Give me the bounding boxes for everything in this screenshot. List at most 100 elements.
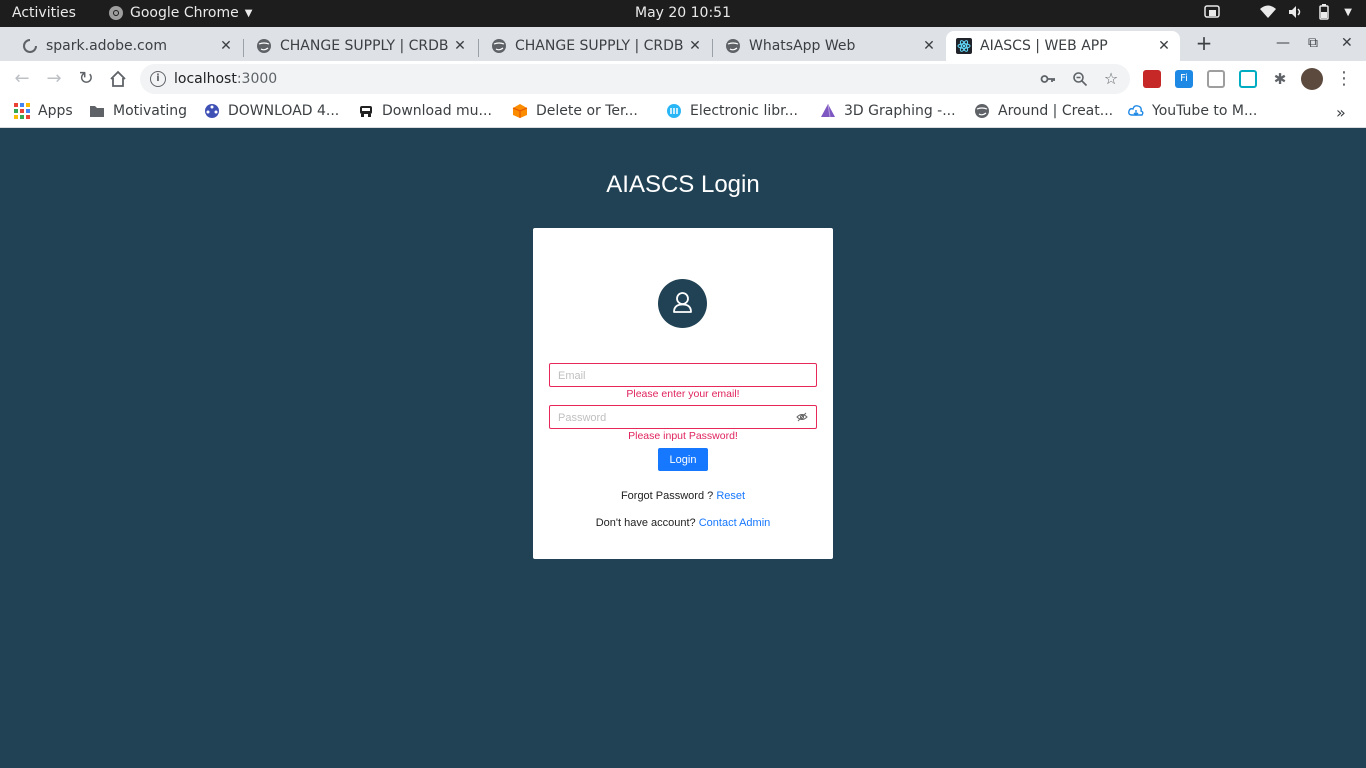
- bookmark-apps[interactable]: Apps: [14, 103, 73, 119]
- zoom-icon[interactable]: [1072, 71, 1088, 87]
- car-icon: [360, 106, 372, 117]
- bookmark-around-creat[interactable]: Around | Creat...: [974, 103, 1113, 119]
- bookmark-delete-or-ter[interactable]: Delete or Ter...: [512, 103, 638, 119]
- contact-admin-link[interactable]: Contact Admin: [699, 517, 771, 529]
- new-tab-button[interactable]: +: [1193, 32, 1215, 54]
- close-icon[interactable]: ✕: [921, 38, 937, 54]
- login-card: Please enter your email! Please input Pa…: [533, 228, 833, 559]
- globe-icon: [257, 39, 271, 53]
- tab-strip: spark.adobe.com ✕ CHANGE SUPPLY | CRDB ✕…: [0, 27, 1366, 61]
- home-button[interactable]: [108, 69, 128, 89]
- screen-share-icon: [1204, 5, 1221, 18]
- globe-icon: [726, 39, 740, 53]
- close-icon[interactable]: ✕: [452, 38, 468, 54]
- login-page: AIASCS Login Please enter your email! Pl…: [0, 129, 1366, 768]
- tab-spark-adobe[interactable]: spark.adobe.com ✕: [12, 31, 242, 61]
- caret-down-icon: ▼: [244, 7, 253, 19]
- app-menu[interactable]: Google Chrome ▼: [108, 5, 252, 21]
- back-button[interactable]: ←: [12, 69, 32, 89]
- extension-red-icon[interactable]: [1143, 70, 1161, 88]
- profile-avatar[interactable]: [1301, 68, 1323, 90]
- bookmark-label: Download mu...: [382, 103, 492, 119]
- site-info-icon[interactable]: i: [150, 71, 166, 87]
- bookmark-electronic-libr[interactable]: Electronic libr...: [666, 103, 798, 119]
- extensions-puzzle-icon[interactable]: ✱: [1270, 69, 1290, 89]
- password-error-message: Please input Password!: [628, 430, 738, 442]
- bookmark-3d-graphing[interactable]: 3D Graphing -...: [820, 103, 956, 119]
- bookmark-label: Around | Creat...: [998, 103, 1114, 119]
- restore-button[interactable]: ⧉: [1308, 35, 1318, 51]
- no-account-line: Don't have account? Contact Admin: [533, 517, 833, 529]
- close-icon[interactable]: ✕: [218, 38, 234, 54]
- address-bar[interactable]: i localhost:3000 ☆: [140, 64, 1130, 94]
- user-icon: [658, 279, 707, 328]
- clock[interactable]: May 20 10:51: [635, 5, 731, 21]
- reset-link[interactable]: Reset: [716, 490, 745, 502]
- bookmark-label: Apps: [38, 103, 73, 119]
- bookmark-label: YouTube to M...: [1152, 103, 1258, 119]
- apps-grid-icon: [14, 103, 30, 119]
- window-close-button[interactable]: ✕: [1341, 35, 1353, 51]
- tab-title: CHANGE SUPPLY | CRDB: [515, 38, 684, 54]
- tab-aiascs-web-app[interactable]: AIASCS | WEB APP ✕: [946, 31, 1180, 61]
- extension-fi-icon[interactable]: Fi: [1175, 70, 1193, 88]
- password-input[interactable]: [550, 407, 790, 429]
- tab-title: WhatsApp Web: [749, 38, 856, 54]
- extension-screen-icon[interactable]: [1239, 70, 1257, 88]
- bookmark-motivating[interactable]: Motivating: [89, 103, 187, 119]
- bookmarks-overflow-icon[interactable]: »: [1336, 103, 1346, 122]
- browser-toolbar: ← → ↻ i localhost:3000 ☆ Fi ✱ ⋮: [0, 61, 1366, 97]
- bookmark-download-4[interactable]: DOWNLOAD 4...: [204, 103, 339, 119]
- tab-separator: [478, 39, 479, 57]
- wifi-icon: [1260, 5, 1277, 18]
- email-input[interactable]: [550, 365, 790, 387]
- cube-icon: [512, 104, 528, 118]
- caret-down-icon: ▼: [1344, 6, 1352, 18]
- prism-icon: [821, 103, 835, 118]
- system-tray[interactable]: ▼: [1204, 4, 1352, 20]
- extension-c-icon[interactable]: [1207, 70, 1225, 88]
- login-button[interactable]: Login: [658, 448, 708, 471]
- system-top-bar: Activities Google Chrome ▼ May 20 10:51 …: [0, 0, 1366, 27]
- forgot-password-text: Forgot Password ?: [620, 490, 717, 502]
- close-icon[interactable]: ✕: [687, 38, 703, 54]
- page-title: AIASCS Login: [606, 171, 760, 198]
- menu-kebab-icon[interactable]: ⋮: [1334, 69, 1354, 89]
- chrome-icon: [109, 6, 123, 20]
- tab-title: CHANGE SUPPLY | CRDB: [280, 38, 449, 54]
- loading-spinner-icon: [23, 39, 37, 53]
- globe-icon: [975, 104, 989, 118]
- bookmark-youtube-to-m[interactable]: YouTube to M...: [1128, 103, 1257, 119]
- url-text[interactable]: localhost:3000: [174, 71, 277, 87]
- bookmark-download-mu[interactable]: Download mu...: [358, 103, 492, 119]
- eye-invisible-icon[interactable]: [796, 411, 808, 423]
- app-name: Google Chrome: [130, 5, 239, 21]
- minimize-button[interactable]: —: [1276, 35, 1290, 51]
- volume-icon: [1289, 6, 1301, 18]
- folder-icon: [90, 106, 104, 117]
- activities-button[interactable]: Activities: [12, 5, 76, 21]
- battery-icon: [1319, 4, 1330, 20]
- bookmark-label: Motivating: [113, 103, 188, 119]
- close-icon[interactable]: ✕: [1156, 38, 1172, 54]
- tab-title: spark.adobe.com: [46, 38, 167, 54]
- react-icon: [956, 38, 972, 54]
- email-error-message: Please enter your email!: [626, 388, 740, 400]
- bookmark-label: Electronic libr...: [690, 103, 798, 119]
- url-host: localhost: [174, 71, 237, 87]
- key-icon[interactable]: [1040, 71, 1056, 87]
- bookmark-label: 3D Graphing -...: [844, 103, 956, 119]
- bookmark-label: Delete or Ter...: [536, 103, 638, 119]
- film-reel-icon: [205, 104, 219, 118]
- reload-button[interactable]: ↻: [76, 69, 96, 89]
- tab-whatsapp-web[interactable]: WhatsApp Web ✕: [715, 31, 945, 61]
- bookmarks-bar: Apps Motivating DOWNLOAD 4... Download m…: [0, 97, 1366, 128]
- tab-separator: [243, 39, 244, 57]
- email-field-wrapper: [549, 363, 817, 387]
- library-icon: [667, 104, 681, 118]
- tab-separator: [712, 39, 713, 57]
- star-icon[interactable]: ☆: [1103, 71, 1119, 87]
- tab-change-supply-1[interactable]: CHANGE SUPPLY | CRDB ✕: [246, 31, 476, 61]
- forward-button[interactable]: →: [44, 69, 64, 89]
- tab-change-supply-2[interactable]: CHANGE SUPPLY | CRDB ✕: [481, 31, 711, 61]
